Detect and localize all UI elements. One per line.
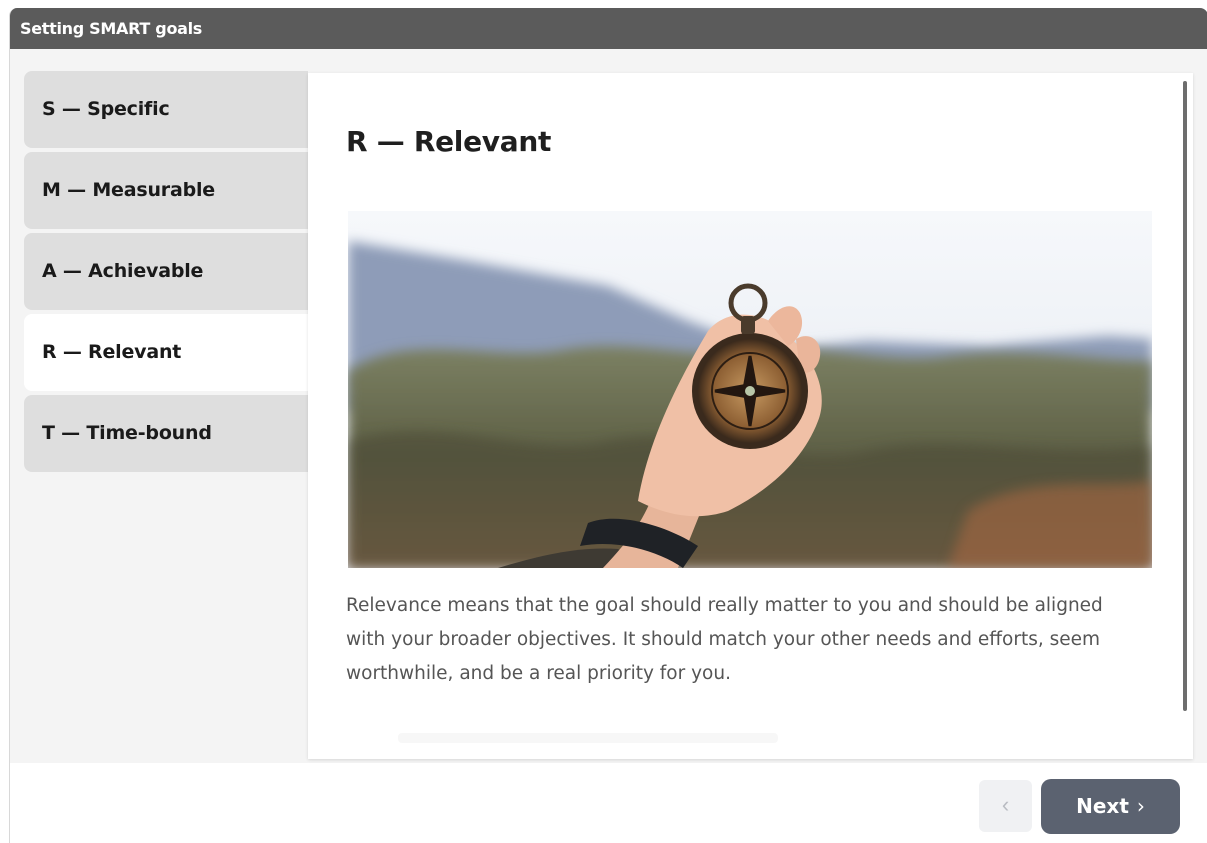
panel-description: Relevance means that the goal should rea… bbox=[346, 595, 1103, 684]
window-title: Setting SMART goals bbox=[10, 8, 1207, 49]
next-button-label: Next bbox=[1076, 794, 1129, 818]
panel-heading: R — Relevant bbox=[346, 125, 552, 158]
tab-achievable[interactable]: A — Achievable bbox=[24, 233, 308, 310]
lesson-window: Setting SMART goals S — Specific M — Mea… bbox=[9, 8, 1207, 843]
content-panel: R — Relevant Relevance means that the go… bbox=[308, 73, 1193, 759]
compass-photo bbox=[348, 211, 1152, 568]
tab-specific[interactable]: S — Specific bbox=[24, 71, 308, 148]
previous-button[interactable]: ‹ bbox=[979, 780, 1032, 832]
navigation-footer: ‹ Next › bbox=[10, 763, 1207, 843]
smart-tab-list: S — Specific M — Measurable A — Achievab… bbox=[24, 71, 308, 476]
tab-time-bound[interactable]: T — Time-bound bbox=[24, 395, 308, 472]
tab-relevant[interactable]: R — Relevant bbox=[24, 314, 308, 391]
chevron-left-icon: ‹ bbox=[1001, 792, 1010, 817]
faded-text-line bbox=[398, 733, 778, 743]
tab-measurable[interactable]: M — Measurable bbox=[24, 152, 308, 229]
content-scrollbar[interactable] bbox=[1183, 81, 1187, 711]
chevron-right-icon: › bbox=[1136, 794, 1145, 818]
next-button[interactable]: Next › bbox=[1041, 779, 1180, 834]
